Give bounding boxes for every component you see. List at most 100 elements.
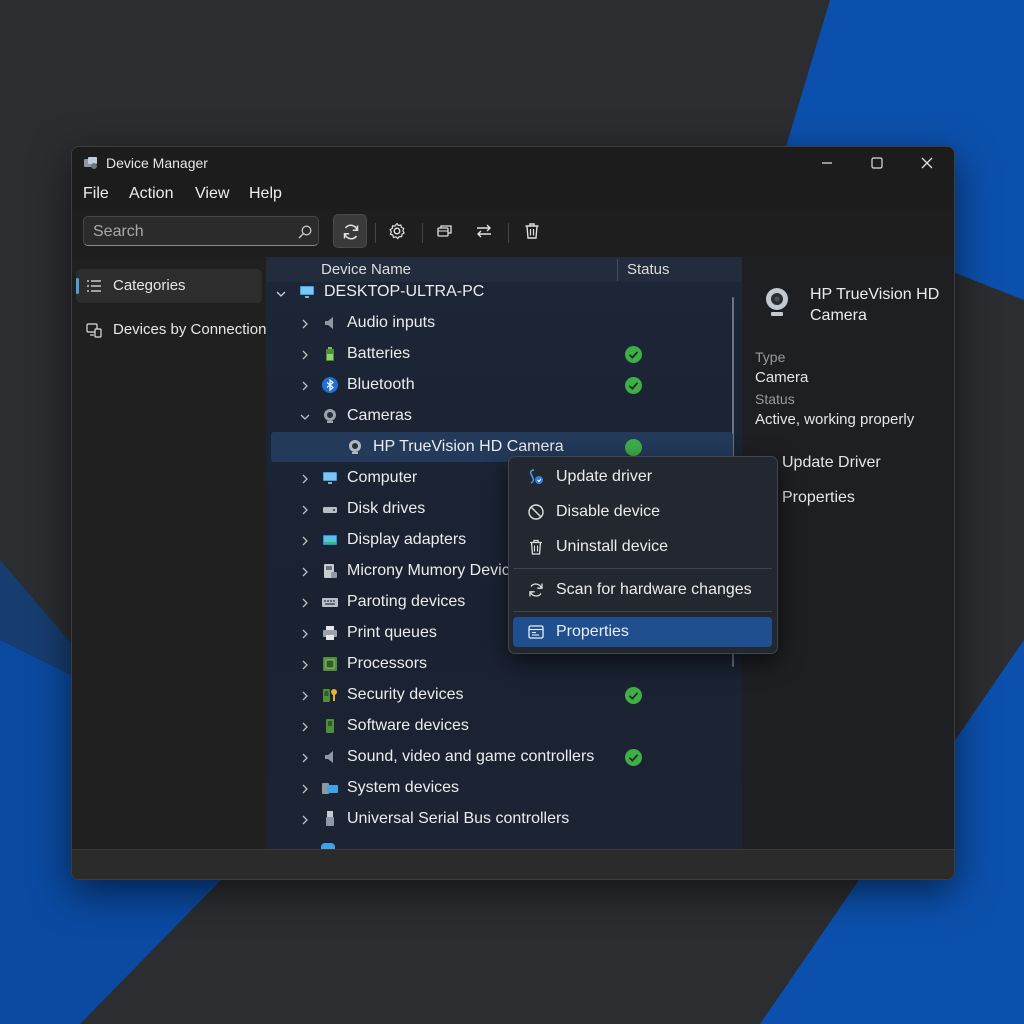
tree-row-label: Paroting devices bbox=[347, 593, 466, 610]
software-device-icon bbox=[326, 719, 334, 733]
tree-row-cameras[interactable]: Cameras bbox=[266, 401, 732, 431]
webcam-icon bbox=[766, 288, 788, 316]
context-separator bbox=[513, 568, 772, 569]
bluetooth-icon bbox=[322, 377, 338, 393]
tree-row-bluetooth[interactable]: Bluetooth bbox=[266, 370, 732, 400]
minimize-button[interactable] bbox=[802, 147, 852, 179]
menu-file[interactable]: File bbox=[83, 185, 109, 203]
gear-icon bbox=[389, 222, 405, 240]
menu-action[interactable]: Action bbox=[129, 185, 173, 203]
settings-button[interactable] bbox=[380, 214, 414, 248]
chevron-right-icon bbox=[302, 350, 308, 360]
selection-indicator bbox=[76, 278, 79, 294]
tree-row-usb-controllers[interactable]: Universal Serial Bus controllers bbox=[266, 804, 732, 834]
chevron-right-icon bbox=[302, 815, 308, 825]
tree-row-label: Cameras bbox=[347, 407, 412, 424]
speaker-icon bbox=[325, 751, 333, 763]
view-connections-button[interactable] bbox=[467, 214, 501, 248]
tree-row-batteries[interactable]: Batteries bbox=[266, 339, 732, 369]
security-key-icon bbox=[323, 689, 337, 702]
context-scan-hardware[interactable]: Scan for hardware changes bbox=[513, 574, 772, 606]
tree-root-row[interactable]: DESKTOP-ULTRA-PC bbox=[266, 277, 732, 307]
search-input[interactable]: Search bbox=[83, 216, 319, 246]
context-scan-hardware-label: Scan for hardware changes bbox=[556, 581, 752, 598]
disable-icon bbox=[528, 504, 544, 520]
tree-root-label: DESKTOP-ULTRA-PC bbox=[324, 283, 485, 300]
search-placeholder: Search bbox=[93, 223, 144, 240]
device-manager-app-icon bbox=[84, 157, 97, 169]
scan-hardware-button[interactable] bbox=[333, 214, 367, 248]
tree-row-label: Software devices bbox=[347, 717, 469, 734]
tree-row-system-devices[interactable]: System devices bbox=[266, 773, 732, 803]
context-disable-device[interactable]: Disable device bbox=[513, 496, 772, 528]
status-ok-icon bbox=[625, 346, 642, 363]
chevron-right-icon bbox=[302, 536, 308, 546]
chip-icon bbox=[323, 657, 337, 671]
toolbar-separator bbox=[422, 223, 423, 243]
webcam-icon bbox=[349, 440, 361, 454]
uninstall-toolbar-button[interactable] bbox=[515, 214, 549, 248]
refresh-icon bbox=[343, 224, 359, 240]
update-driver-icon bbox=[529, 469, 543, 484]
maximize-button[interactable] bbox=[852, 147, 902, 179]
monitor-icon bbox=[323, 472, 337, 484]
context-disable-device-label: Disable device bbox=[556, 503, 661, 520]
trash-icon bbox=[530, 539, 542, 555]
properties-action[interactable]: Properties bbox=[752, 487, 952, 513]
chevron-right-icon bbox=[302, 381, 308, 391]
tree-row-label: Audio inputs bbox=[347, 314, 436, 331]
tree-row-sound-video-game-controllers[interactable]: Sound, video and game controllers bbox=[266, 742, 732, 772]
speaker-icon bbox=[325, 317, 333, 329]
nav-categories[interactable]: Categories bbox=[76, 269, 262, 303]
chevron-right-icon bbox=[302, 753, 308, 763]
window-title: Device Manager bbox=[106, 155, 208, 171]
column-status[interactable]: Status bbox=[627, 261, 670, 278]
nav-devices-by-connection-label: Devices by Connection bbox=[113, 321, 267, 338]
update-driver-action[interactable]: Update Driver bbox=[752, 452, 952, 478]
details-type-value: Camera bbox=[755, 369, 809, 386]
camera-icon bbox=[324, 409, 336, 423]
tree-row-software-devices[interactable]: Software devices bbox=[266, 711, 732, 741]
computer-icon bbox=[300, 286, 314, 298]
chevron-right-icon bbox=[302, 598, 308, 608]
chevron-right-icon bbox=[302, 319, 308, 329]
details-device-name: HP TrueVision HD Camera bbox=[810, 286, 940, 324]
chevron-right-icon bbox=[302, 784, 308, 794]
maximize-icon bbox=[871, 157, 883, 169]
battery-icon bbox=[326, 347, 334, 361]
tree-row-security-devices[interactable]: Security devices bbox=[266, 680, 732, 710]
status-ok-icon bbox=[625, 439, 642, 456]
status-bar bbox=[72, 849, 954, 879]
keyboard-icon bbox=[322, 598, 338, 607]
search-icon bbox=[298, 225, 312, 239]
tree-row-label: Universal Serial Bus controllers bbox=[347, 810, 570, 827]
memory-icon bbox=[324, 564, 337, 578]
context-update-driver[interactable]: Update driver bbox=[513, 461, 772, 493]
update-driver-label: Update Driver bbox=[782, 454, 881, 471]
status-ok-icon bbox=[625, 749, 642, 766]
chevron-right-icon bbox=[302, 474, 308, 484]
close-button[interactable] bbox=[902, 147, 952, 179]
context-menu: Update driver Disable device Uninstall d… bbox=[508, 456, 778, 654]
toolbar-separator bbox=[375, 223, 376, 243]
minimize-icon bbox=[822, 162, 832, 164]
tree-row-label: Security devices bbox=[347, 686, 464, 703]
tree-row-partial bbox=[266, 835, 732, 849]
details-type-label: Type bbox=[755, 349, 786, 365]
toolbar: Search bbox=[72, 209, 954, 257]
context-uninstall-device-label: Uninstall device bbox=[556, 538, 669, 555]
properties-toolbar-button[interactable] bbox=[428, 214, 462, 248]
tree-row-label: Processors bbox=[347, 655, 428, 672]
chevron-right-icon bbox=[302, 660, 308, 670]
menu-view[interactable]: View bbox=[195, 185, 229, 203]
menu-help[interactable]: Help bbox=[249, 185, 282, 203]
devices-icon bbox=[86, 323, 102, 338]
column-device-name[interactable]: Device Name bbox=[321, 261, 411, 278]
tree-row-label: Display adapters bbox=[347, 531, 467, 548]
tree-row-audio-inputs[interactable]: Audio inputs bbox=[266, 308, 732, 338]
status-ok-icon bbox=[625, 377, 642, 394]
nav-devices-by-connection[interactable]: Devices by Connection bbox=[76, 313, 266, 347]
context-uninstall-device[interactable]: Uninstall device bbox=[513, 531, 772, 563]
context-properties[interactable]: Properties bbox=[513, 617, 772, 647]
title-bar[interactable]: Device Manager bbox=[72, 147, 954, 179]
